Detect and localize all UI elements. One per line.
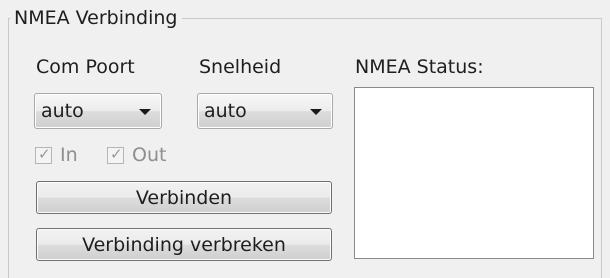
groupbox-title: NMEA Verbinding bbox=[10, 6, 182, 30]
speed-label: Snelheid bbox=[199, 56, 282, 78]
com-port-value: auto bbox=[41, 100, 84, 122]
speed-select[interactable]: auto bbox=[197, 93, 333, 129]
checkmark-icon: ✓ bbox=[38, 144, 51, 163]
com-port-label: Com Poort bbox=[36, 56, 135, 78]
speed-value: auto bbox=[204, 100, 247, 122]
connect-button[interactable]: Verbinden bbox=[36, 181, 332, 214]
disconnect-button-label: Verbinding verbreken bbox=[82, 233, 286, 256]
chevron-down-icon bbox=[310, 109, 322, 115]
nmea-status-textarea[interactable] bbox=[354, 87, 594, 259]
nmea-status-label: NMEA Status: bbox=[355, 56, 484, 78]
chevron-down-icon bbox=[139, 109, 151, 115]
in-checkbox-box[interactable]: ✓ bbox=[35, 144, 52, 164]
disconnect-button[interactable]: Verbinding verbreken bbox=[36, 228, 332, 261]
out-checkbox[interactable]: ✓ Out bbox=[107, 143, 166, 167]
out-checkbox-box[interactable]: ✓ bbox=[107, 144, 124, 164]
checkmark-icon: ✓ bbox=[110, 144, 123, 163]
out-checkbox-label: Out bbox=[132, 144, 167, 166]
com-port-select[interactable]: auto bbox=[34, 93, 162, 129]
in-checkbox[interactable]: ✓ In bbox=[35, 143, 78, 167]
in-checkbox-label: In bbox=[60, 144, 78, 166]
connect-button-label: Verbinden bbox=[135, 186, 233, 209]
